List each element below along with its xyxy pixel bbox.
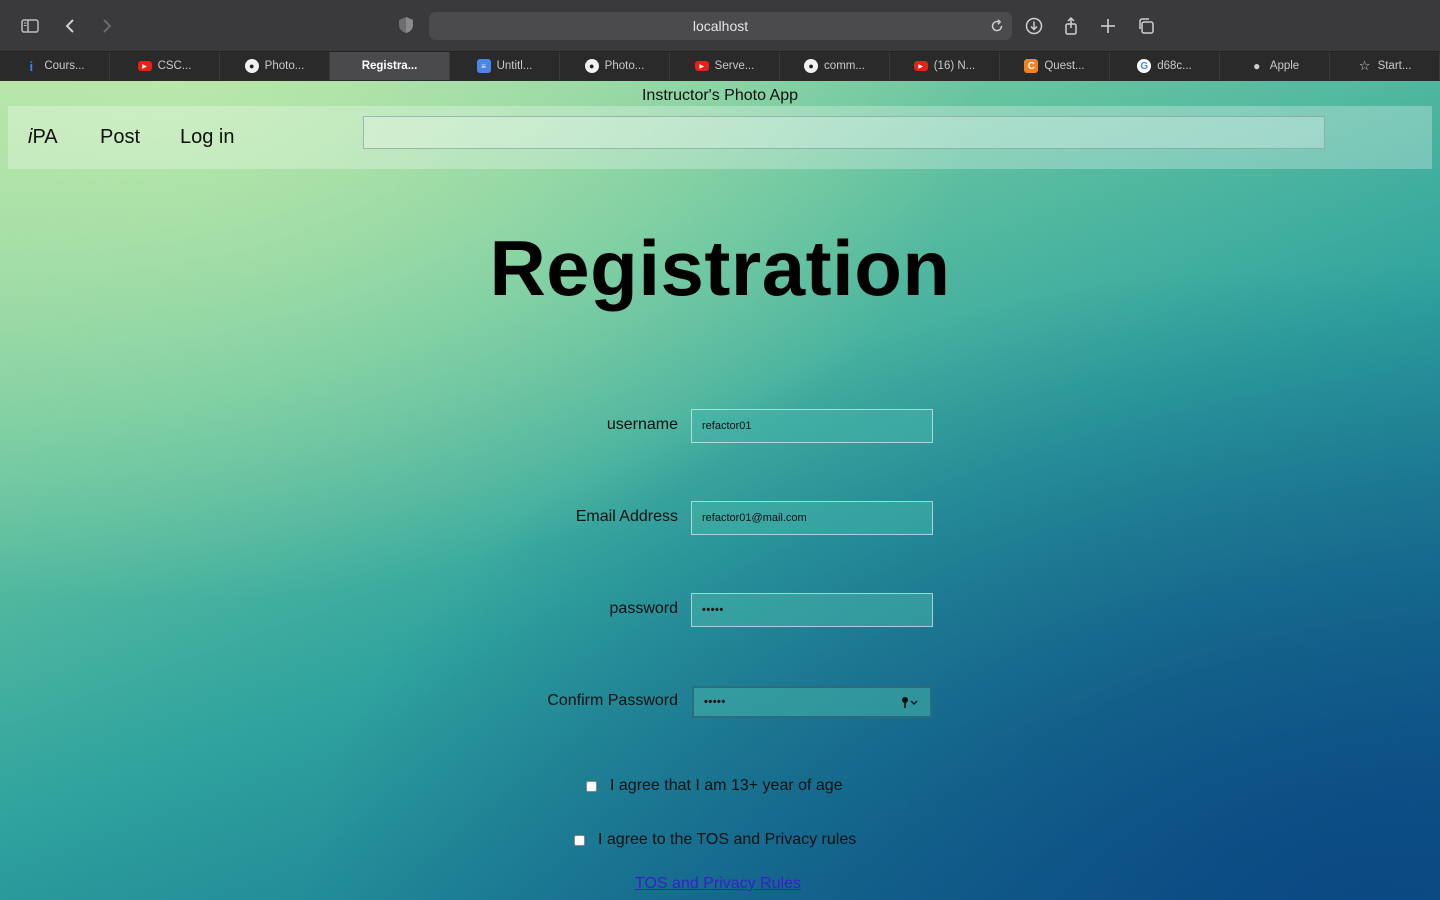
email-label: Email Address: [575, 508, 678, 525]
username-value: refactor01: [702, 420, 752, 432]
reload-icon[interactable]: [988, 17, 1006, 35]
back-arrow-icon[interactable]: [57, 12, 85, 40]
tab-label: Apple: [1269, 60, 1300, 72]
age-checkbox-label: I agree that I am 13+ year of age: [610, 777, 843, 794]
share-icon[interactable]: [1057, 12, 1085, 40]
tab-label: Start...: [1377, 60, 1412, 72]
tab-label: Serve...: [714, 60, 755, 72]
tab-questions[interactable]: C Quest...: [1000, 52, 1110, 80]
brand-rest: PA: [32, 126, 58, 148]
username-field[interactable]: refactor01: [691, 409, 933, 443]
chegg-icon: C: [1024, 59, 1039, 73]
app-title: Instructor's Photo App: [641, 87, 799, 104]
tab-label: (16) N...: [933, 60, 976, 72]
search-input[interactable]: [363, 116, 1325, 149]
tab-label: Photo...: [264, 60, 305, 72]
forward-arrow-icon[interactable]: [92, 12, 120, 40]
confirm-password-field[interactable]: •••••: [692, 686, 932, 718]
tos-privacy-link[interactable]: TOS and Privacy Rules: [635, 875, 801, 893]
tab-csc-video[interactable]: ▶ CSC...: [110, 52, 220, 80]
tab-start-page[interactable]: ☆ Start...: [1330, 52, 1440, 80]
browser-toolbar: localhost: [0, 0, 1440, 52]
tab-photo-github[interactable]: ● Photo...: [220, 52, 330, 80]
nav-post-link[interactable]: Post: [100, 126, 140, 149]
youtube-icon: ▶: [913, 61, 928, 71]
github-icon: ●: [804, 59, 819, 73]
privacy-shield-icon[interactable]: [396, 15, 416, 35]
youtube-icon: ▶: [694, 61, 709, 71]
tab-apple[interactable]: ● Apple: [1220, 52, 1330, 80]
tab-label: comm...: [824, 60, 865, 72]
tab-server-video[interactable]: ▶ Serve...: [670, 52, 780, 80]
password-label: password: [609, 600, 678, 617]
tab-photo-github-2[interactable]: ● Photo...: [560, 52, 670, 80]
tab-youtube-notifications[interactable]: ▶ (16) N...: [890, 52, 1000, 80]
sidebar-toggle-icon[interactable]: [16, 12, 44, 40]
tab-google-search[interactable]: G d68c...: [1110, 52, 1220, 80]
tab-label: d68c...: [1157, 60, 1192, 72]
password-key-icon[interactable]: [900, 695, 920, 711]
tab-untitled-doc[interactable]: ≡ Untitl...: [450, 52, 560, 80]
tab-label: Photo...: [604, 60, 645, 72]
address-bar[interactable]: localhost: [429, 12, 1012, 40]
brand-logo-link[interactable]: iPA: [28, 126, 58, 149]
tab-comm-github[interactable]: ● comm...: [780, 52, 890, 80]
email-value: refactor01@mail.com: [702, 512, 807, 524]
tab-label: Registra...: [361, 60, 418, 72]
google-docs-icon: ≡: [476, 59, 491, 73]
new-tab-plus-icon[interactable]: [1094, 12, 1122, 40]
apple-icon: ●: [1253, 59, 1261, 73]
page-title: Registration: [489, 224, 951, 312]
star-icon: ☆: [1358, 58, 1371, 73]
tab-courses[interactable]: i Cours...: [0, 52, 110, 80]
tos-agreement-row: I agree to the TOS and Privacy rules: [574, 831, 856, 849]
username-label: username: [606, 416, 678, 433]
tab-label: Quest...: [1044, 60, 1085, 72]
tab-label: Untitl...: [496, 60, 533, 72]
site-navbar: iPA Post Log in: [8, 106, 1432, 169]
nav-login-link[interactable]: Log in: [180, 126, 235, 149]
youtube-icon: ▶: [137, 61, 152, 71]
page-viewport: Instructor's Photo App iPA Post Log in R…: [0, 81, 1440, 900]
tab-registration[interactable]: Registra...: [330, 52, 450, 80]
downloads-icon[interactable]: [1020, 12, 1048, 40]
tab-label: CSC...: [157, 60, 192, 72]
github-icon: ●: [584, 59, 599, 73]
age-agreement-row: I agree that I am 13+ year of age: [586, 777, 843, 795]
tos-checkbox-label: I agree to the TOS and Privacy rules: [598, 831, 857, 848]
tab-bar: i Cours... ▶ CSC... ● Photo... Registra.…: [0, 52, 1440, 80]
github-icon: ●: [244, 59, 259, 73]
age-checkbox[interactable]: [586, 780, 597, 792]
password-value: •••••: [702, 604, 724, 616]
tab-overview-icon[interactable]: [1132, 12, 1160, 40]
info-icon: i: [29, 58, 34, 74]
confirm-password-label: Confirm Password: [547, 692, 678, 709]
confirm-password-value: •••••: [704, 696, 726, 708]
url-text: localhost: [692, 18, 749, 34]
tab-label: Cours...: [44, 60, 85, 72]
tos-checkbox[interactable]: [574, 834, 585, 846]
password-field[interactable]: •••••: [691, 593, 933, 627]
google-icon: G: [1137, 59, 1152, 73]
email-field[interactable]: refactor01@mail.com: [691, 501, 933, 535]
